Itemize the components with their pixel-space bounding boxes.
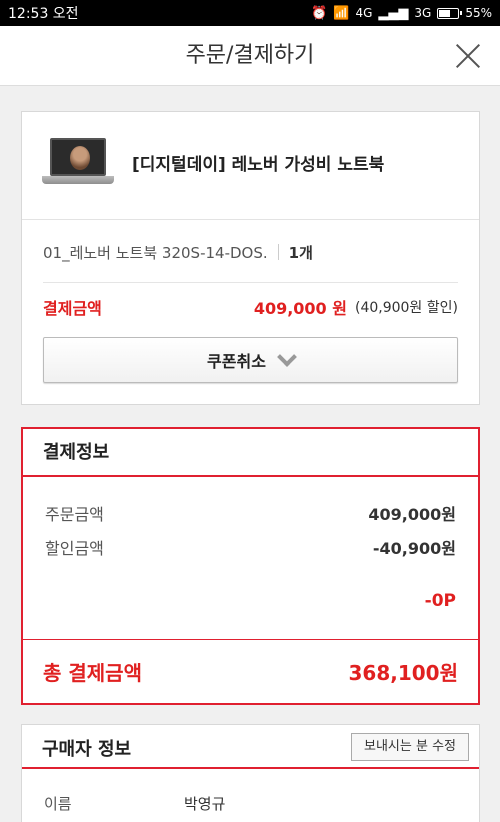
chevron-down-icon (277, 347, 297, 367)
order-amount-row: 주문금액 409,000원 (45, 501, 456, 525)
total-payment-value: 368,100원 (348, 661, 459, 685)
total-payment-row: 총 결제금액 368,100원 (43, 657, 458, 686)
buyer-info-title: 구매자 정보 (42, 739, 132, 760)
buyer-name-row: 이름 박영규 (44, 793, 225, 814)
page-header: 주문/결제하기 (0, 26, 500, 86)
battery-icon (437, 7, 463, 19)
buyer-info-header: 구매자 정보 보내시는 분 수정 (22, 725, 479, 769)
divider (23, 639, 478, 640)
network-4g-label: 4G (355, 6, 373, 20)
divider (277, 244, 279, 260)
status-time: 12:53 오전 (8, 6, 79, 22)
product-option-row: 01_레노버 노트북 320S-14-DOS. 1개 (21, 240, 480, 264)
product-summary: [디지털데이] 레노버 가성비 노트북 (22, 112, 479, 220)
product-thumbnail[interactable] (42, 132, 114, 192)
page-title: 주문/결제하기 (185, 43, 315, 68)
product-payment-row: 결제금액 409,000 원 (40,900원 할인) (43, 296, 458, 318)
discount-amount-value: -40,900원 (372, 539, 456, 558)
order-amount-value: 409,000원 (368, 505, 456, 524)
payment-amount: 409,000 원 (253, 299, 347, 318)
coupon-cancel-button[interactable]: 쿠폰취소 (43, 337, 458, 383)
wifi-icon: 📶 (333, 5, 350, 21)
close-icon[interactable] (450, 38, 486, 74)
discount-amount-label: 할인금액 (45, 539, 104, 558)
buyer-name-label: 이름 (44, 795, 72, 813)
product-name[interactable]: [디지털데이] 레노버 가성비 노트북 (132, 150, 384, 175)
payment-info-panel: 결제정보 주문금액 409,000원 할인금액 -40,900원 -0P 총 결… (21, 427, 480, 705)
buyer-name-value: 박영규 (184, 795, 226, 813)
order-amount-label: 주문금액 (45, 505, 104, 524)
network-3g-label: 3G (414, 6, 432, 20)
product-quantity: 1개 (288, 243, 313, 262)
total-payment-label: 총 결제금액 (43, 661, 142, 685)
payment-label: 결제금액 (43, 299, 102, 318)
discount-note: (40,900원 할인) (354, 300, 458, 316)
edit-sender-button[interactable]: 보내시는 분 수정 (351, 733, 469, 761)
battery-text: 55% (465, 6, 492, 20)
point-amount: -0P (424, 591, 456, 611)
laptop-image (50, 138, 106, 176)
status-bar: 12:53 오전 ⏰ 📶 4G ▂▄▆ 3G 55% (0, 0, 500, 26)
divider (43, 282, 458, 283)
buyer-info-panel: 구매자 정보 보내시는 분 수정 이름 박영규 (21, 724, 480, 822)
alarm-icon: ⏰ (311, 5, 328, 21)
payment-info-title: 결제정보 (23, 429, 478, 477)
coupon-cancel-label: 쿠폰취소 (207, 352, 266, 371)
discount-amount-row: 할인금액 -40,900원 (45, 535, 456, 559)
signal-icon: ▂▄▆ (378, 5, 409, 21)
product-option: 01_레노버 노트북 320S-14-DOS. (43, 243, 268, 262)
status-icons: ⏰ 📶 4G ▂▄▆ 3G 55% (311, 6, 492, 20)
